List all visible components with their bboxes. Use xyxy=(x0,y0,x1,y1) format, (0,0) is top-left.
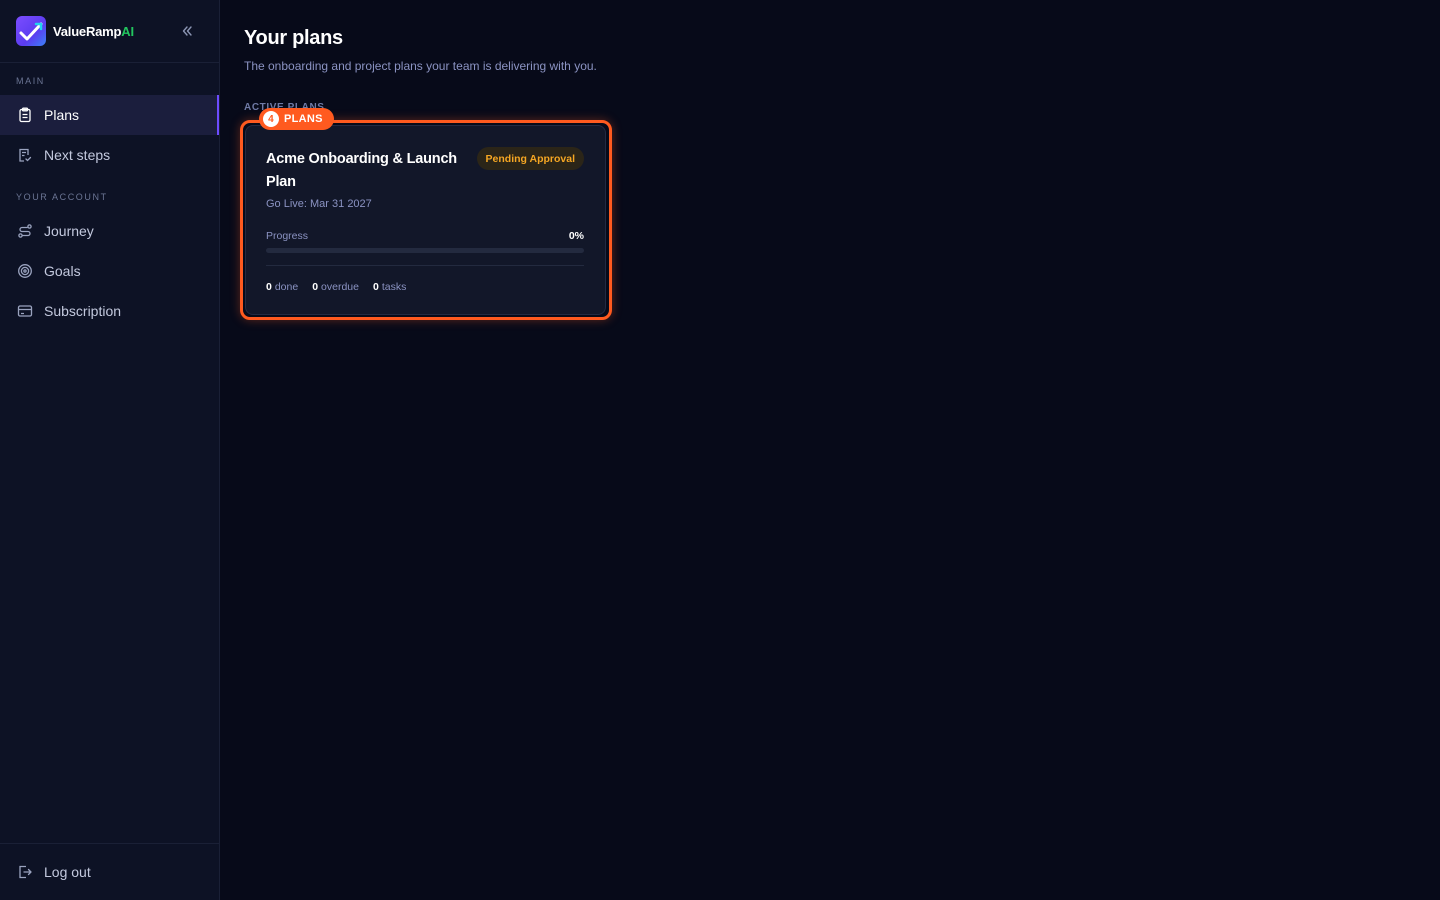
sidebar-divider xyxy=(0,62,219,63)
sidebar-item-label: Next steps xyxy=(44,147,111,163)
checklist-icon xyxy=(16,147,33,164)
progress-bar xyxy=(266,248,584,253)
sidebar-divider-bottom xyxy=(0,843,219,844)
stat-done: 0 done xyxy=(266,281,299,293)
stat-overdue: 0 overdue xyxy=(312,281,359,293)
logout-button[interactable]: Log out xyxy=(0,852,219,892)
sidebar-item-label: Journey xyxy=(44,223,94,239)
stat-tasks: 0 tasks xyxy=(373,281,407,293)
sidebar-item-goals[interactable]: Goals xyxy=(0,251,219,291)
logo-icon xyxy=(16,16,46,46)
sidebar-item-next-steps[interactable]: Next steps xyxy=(0,135,219,175)
plan-card[interactable]: Acme Onboarding & Launch Plan Pending Ap… xyxy=(245,125,606,315)
plans-count: 4 xyxy=(263,111,279,127)
plans-badge-label: PLANS xyxy=(284,113,323,125)
page-title: Your plans xyxy=(244,27,343,49)
brand-name: ValueRampAI xyxy=(53,23,134,39)
section-label-main: MAIN xyxy=(16,76,45,86)
go-live-date: Go Live: Mar 31 2027 xyxy=(266,198,372,210)
logout-icon xyxy=(16,864,33,881)
progress-label: Progress xyxy=(266,230,309,242)
plan-title: Acme Onboarding & Launch Plan xyxy=(266,151,457,190)
logout-label: Log out xyxy=(44,864,91,880)
plans-count-badge: 4 PLANS xyxy=(259,108,334,130)
route-icon xyxy=(16,223,33,240)
progress-value: 0% xyxy=(568,230,584,242)
card-divider xyxy=(266,265,584,266)
sidebar-item-plans[interactable]: Plans xyxy=(0,95,219,135)
sidebar-item-label: Goals xyxy=(44,263,81,279)
main-content: Your plans The onboarding and project pl… xyxy=(220,0,1440,900)
sidebar-item-label: Plans xyxy=(44,107,80,123)
status-badge: Pending Approval xyxy=(476,147,584,170)
chevrons-left-icon xyxy=(182,26,192,36)
credit-card-icon xyxy=(16,303,33,320)
page-subtitle: The onboarding and project plans your te… xyxy=(244,59,597,73)
sidebar-item-label: Subscription xyxy=(44,303,122,319)
section-label-account: YOUR ACCOUNT xyxy=(16,192,108,202)
collapse-sidebar-button[interactable] xyxy=(176,20,198,42)
target-icon xyxy=(16,263,33,280)
sidebar-item-journey[interactable]: Journey xyxy=(0,211,219,251)
sidebar: ValueRampAI MAIN Plans Next steps YOUR A xyxy=(0,0,220,900)
clipboard-icon xyxy=(16,107,33,124)
sidebar-item-subscription[interactable]: Subscription xyxy=(0,291,219,331)
plan-stats: 0 done 0 overdue 0 tasks xyxy=(266,281,406,293)
